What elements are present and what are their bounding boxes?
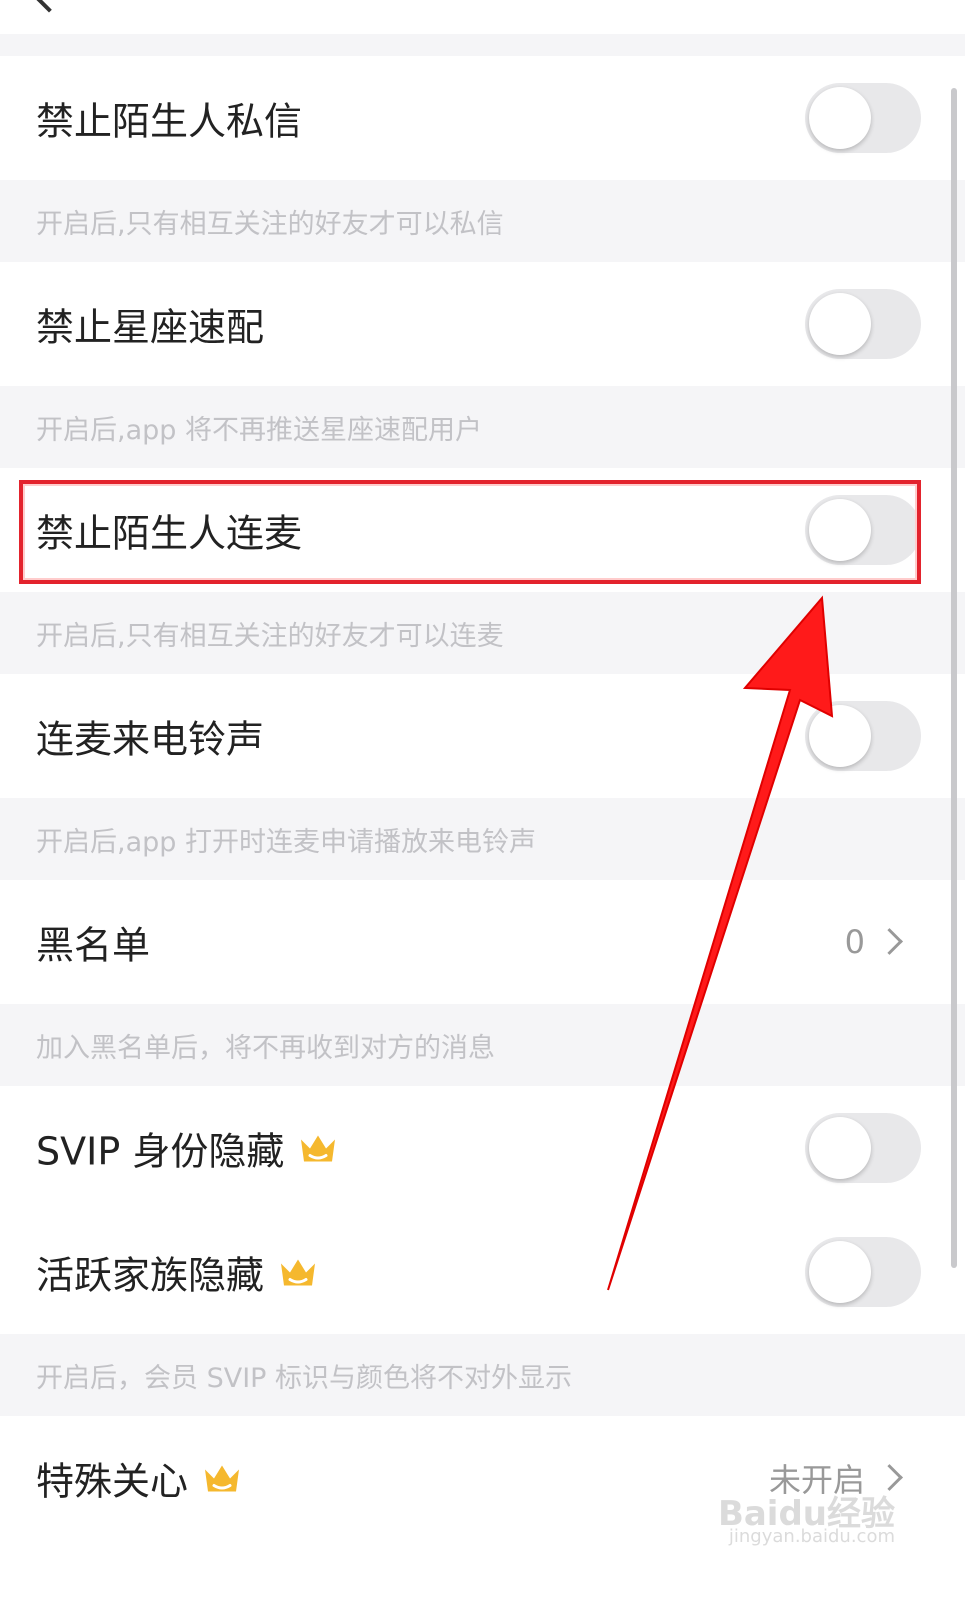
- setting-label: 连麦来电铃声: [36, 717, 265, 762]
- toggle-knob: [809, 499, 871, 561]
- setting-label: SVIP 身份隐藏: [36, 1129, 285, 1174]
- toggle-knob: [809, 1241, 871, 1303]
- setting-block-stranger-dm: 禁止陌生人私信: [0, 56, 965, 180]
- block-stranger-dm-toggle[interactable]: [805, 83, 921, 153]
- crown-icon: [301, 1135, 336, 1161]
- watermark-url: jingyan.baidu.com: [728, 1526, 895, 1547]
- blacklist-count: 0: [844, 923, 865, 961]
- svip-hide-toggle[interactable]: [805, 1113, 921, 1183]
- setting-hint: 开启后,只有相互关注的好友才可以私信: [36, 209, 504, 240]
- family-hide-toggle[interactable]: [805, 1237, 921, 1307]
- setting-label: 禁止星座速配: [36, 305, 265, 350]
- setting-block-zodiac-match: 禁止星座速配: [0, 262, 965, 386]
- toggle-knob: [809, 293, 871, 355]
- toggle-knob: [809, 87, 871, 149]
- mic-ringtone-toggle[interactable]: [805, 701, 921, 771]
- setting-blacklist[interactable]: 黑名单 0: [0, 880, 965, 1004]
- setting-hint: 加入黑名单后，将不再收到对方的消息: [36, 1033, 495, 1064]
- setting-label: 禁止陌生人私信: [36, 99, 303, 144]
- setting-family-hide: 活跃家族隐藏: [0, 1210, 965, 1334]
- setting-svip-hide: SVIP 身份隐藏: [0, 1086, 965, 1210]
- back-icon[interactable]: [33, 0, 65, 13]
- block-zodiac-match-toggle[interactable]: [805, 289, 921, 359]
- chevron-right-icon: [876, 928, 903, 955]
- setting-label: 活跃家族隐藏: [36, 1253, 265, 1298]
- setting-hint: 开启后,只有相互关注的好友才可以连麦: [36, 621, 504, 652]
- toggle-knob: [809, 1117, 871, 1179]
- scrollbar[interactable]: [951, 88, 957, 1268]
- setting-block-stranger-mic: 禁止陌生人连麦: [0, 468, 965, 592]
- setting-label: 黑名单: [36, 923, 151, 968]
- setting-mic-ringtone: 连麦来电铃声: [0, 674, 965, 798]
- setting-hint: 开启后,app 打开时连麦申请播放来电铃声: [36, 827, 536, 858]
- toggle-knob: [809, 705, 871, 767]
- setting-hint: 开启后，会员 SVIP 标识与颜色将不对外显示: [36, 1363, 573, 1394]
- setting-label: 特殊关心: [36, 1459, 189, 1504]
- setting-label: 禁止陌生人连麦: [36, 511, 303, 556]
- setting-hint: 开启后,app 将不再推送星座速配用户: [36, 415, 482, 446]
- crown-icon: [205, 1465, 240, 1491]
- crown-icon: [281, 1259, 316, 1285]
- setting-group-privacy: SVIP 身份隐藏 活跃家族隐藏: [0, 1086, 965, 1334]
- block-stranger-mic-toggle[interactable]: [805, 495, 921, 565]
- top-bar: [0, 0, 965, 34]
